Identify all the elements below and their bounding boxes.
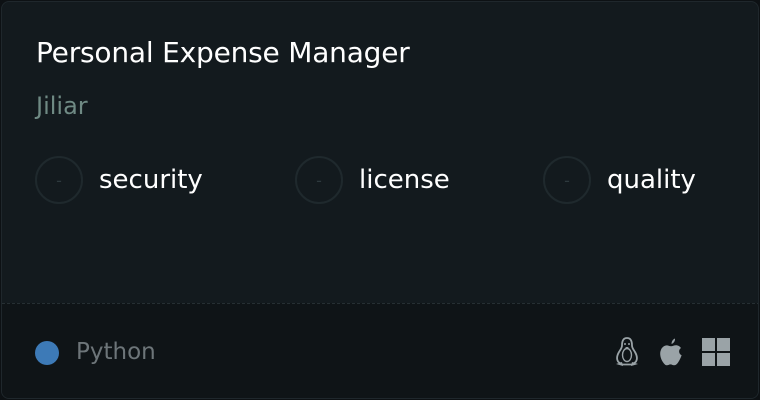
score-badge: -	[543, 156, 591, 204]
language-color-dot	[35, 341, 59, 365]
apple-icon	[658, 337, 684, 367]
score-label: license	[359, 165, 450, 195]
windows-icon	[702, 338, 730, 366]
score-quality: - quality	[543, 156, 696, 204]
score-security: - security	[35, 156, 203, 204]
score-license: - license	[295, 156, 450, 204]
score-badge: -	[295, 156, 343, 204]
score-label: security	[99, 165, 203, 195]
score-badge: -	[35, 156, 83, 204]
platform-icons	[614, 336, 730, 368]
project-title[interactable]: Personal Expense Manager	[36, 36, 410, 69]
language-label: Python	[76, 339, 156, 365]
score-label: quality	[607, 165, 696, 195]
project-owner[interactable]: Jiliar	[36, 92, 88, 120]
project-card[interactable]: Personal Expense Manager Jiliar - securi…	[1, 1, 759, 399]
card-footer: Python	[2, 303, 758, 398]
linux-icon	[614, 336, 640, 368]
